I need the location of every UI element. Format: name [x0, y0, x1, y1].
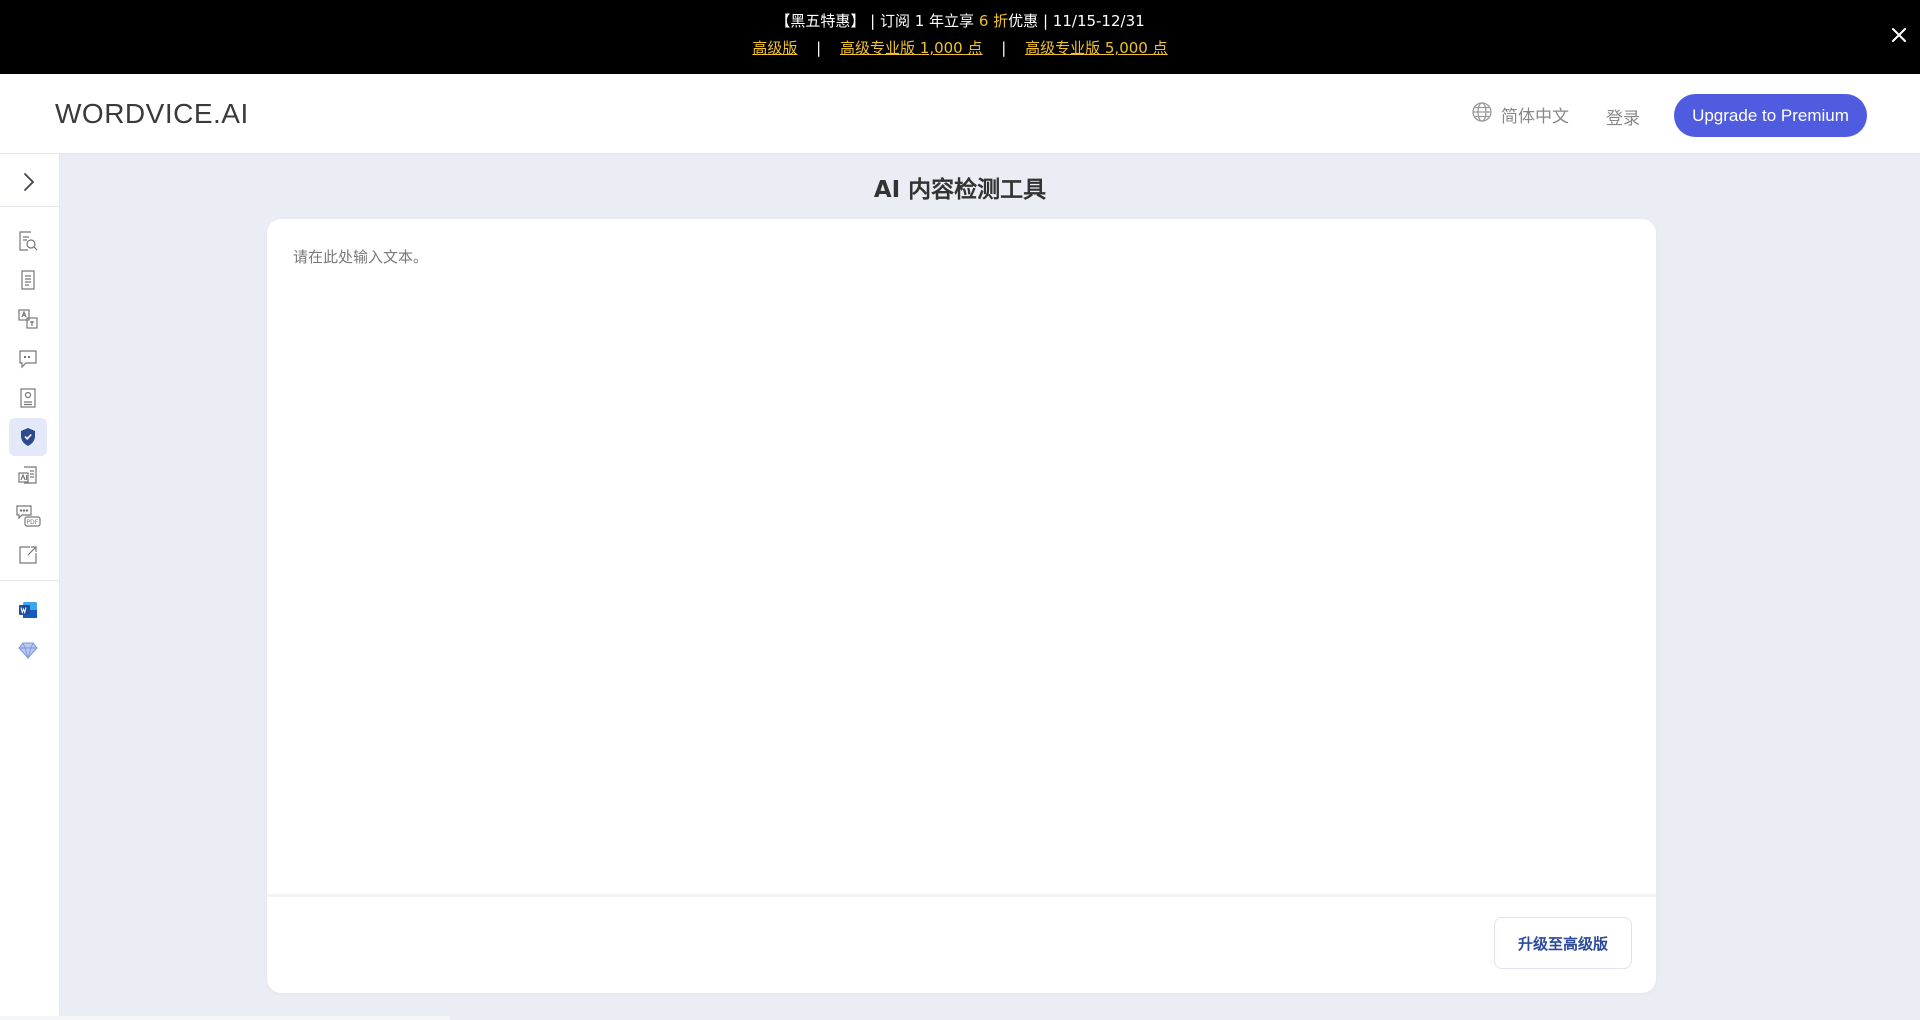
login-link[interactable]: 登录 [1606, 104, 1640, 129]
sidebar-item-document[interactable] [9, 261, 47, 299]
sidebar-item-external[interactable] [9, 536, 47, 574]
sidebar-item-word-addin[interactable] [9, 591, 47, 629]
external-link-icon [19, 546, 37, 564]
sidebar-item-pdf-chat[interactable]: PDF [9, 497, 47, 535]
editor-footer: 升级至高级版 [267, 894, 1656, 993]
proofread-search-icon [19, 231, 38, 251]
promo-link-pro-1000[interactable]: 高级专业版 1,000 点 [840, 39, 982, 57]
upgrade-to-premium-button[interactable]: 升级至高级版 [1494, 917, 1632, 969]
promo-offer-suffix: 优惠 [1008, 12, 1039, 30]
language-label: 简体中文 [1501, 106, 1569, 127]
top-header: WORDVICE.AI 简体中文 登录 Upgrade to Premium [0, 74, 1920, 154]
promo-separator: | [1042, 12, 1049, 30]
profile-document-icon [20, 388, 36, 408]
diamond-icon [18, 642, 38, 660]
promo-link-pro-5000[interactable]: 高级专业版 5,000 点 [1025, 39, 1167, 57]
promo-label: 【黑五特惠】 [775, 12, 866, 30]
globe-icon [1471, 101, 1501, 128]
translate-icon [18, 309, 38, 329]
sidebar: PDF [0, 154, 60, 1020]
sidebar-item-profile[interactable] [9, 379, 47, 417]
sidebar-divider [0, 580, 59, 581]
promo-banner: 【黑五特惠】 | 订阅 1 年立享 6 折优惠 | 11/15-12/31 高级… [0, 0, 1920, 74]
sidebar-item-proofread[interactable] [9, 222, 47, 260]
quote-chat-icon [19, 350, 37, 369]
promo-separator: | [870, 12, 876, 30]
sidebar-divider [0, 206, 59, 207]
promo-link-premium[interactable]: 高级版 [752, 39, 797, 57]
sidebar-item-quote[interactable] [9, 340, 47, 378]
ai-detector-shield-icon [21, 428, 35, 446]
promo-offer: 订阅 1 年立享 [879, 12, 975, 30]
text-input[interactable] [267, 219, 1656, 894]
promo-date: 11/15-12/31 [1052, 12, 1145, 30]
promo-text: 【黑五特惠】 | 订阅 1 年立享 6 折优惠 | 11/15-12/31 [0, 11, 1920, 31]
svg-text:PDF: PDF [27, 519, 39, 526]
logo[interactable]: WORDVICE.AI [55, 98, 249, 130]
promo-links: 高级版 | 高级专业版 1,000 点 | 高级专业版 5,000 点 [0, 38, 1920, 58]
microsoft-word-icon [19, 602, 37, 618]
upgrade-premium-button[interactable]: Upgrade to Premium [1674, 94, 1867, 137]
page-title: AI 内容检测工具 [873, 177, 1047, 203]
sidebar-item-ai-detector[interactable] [9, 418, 47, 456]
sidebar-item-ai-writer[interactable] [9, 457, 47, 495]
promo-link-separator: | [1001, 39, 1007, 57]
ai-document-icon [18, 466, 37, 484]
sidebar-item-premium[interactable] [9, 631, 47, 669]
language-selector[interactable]: 简体中文 [1471, 101, 1569, 128]
pdf-chat-icon: PDF [16, 505, 41, 527]
bottom-strip [0, 1016, 450, 1020]
promo-discount: 6 折 [978, 12, 1009, 30]
document-icon [21, 270, 35, 290]
chevron-right-icon[interactable] [14, 168, 42, 196]
close-icon[interactable] [1884, 20, 1914, 50]
editor-card: 升级至高级版 [267, 219, 1656, 993]
promo-link-separator: | [816, 39, 822, 57]
sidebar-item-translate[interactable] [9, 300, 47, 338]
